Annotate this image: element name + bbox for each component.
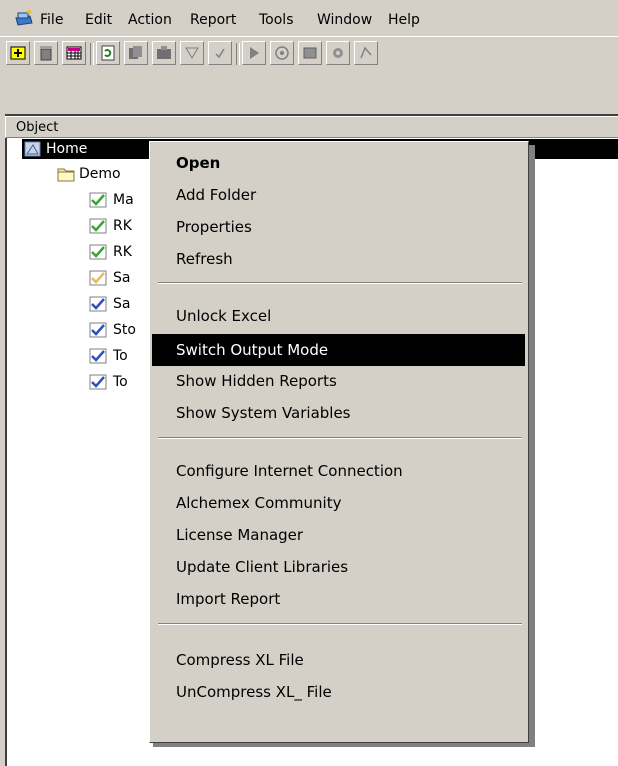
menu-item-switch-output-mode[interactable]: Switch Output Mode bbox=[152, 334, 525, 366]
menu-item-show-hidden-reports[interactable]: Show Hidden Reports bbox=[152, 365, 525, 397]
menu-item-compress-xl-file[interactable]: Compress XL File bbox=[152, 644, 525, 676]
window-icon bbox=[303, 47, 317, 59]
menu-item-refresh[interactable]: Refresh bbox=[152, 243, 525, 275]
menu-item-add-folder[interactable]: Add Folder bbox=[152, 179, 525, 211]
report-check-icon bbox=[89, 348, 107, 364]
refresh-button[interactable] bbox=[96, 41, 120, 65]
delete-button[interactable] bbox=[34, 41, 58, 65]
refresh-icon bbox=[101, 45, 115, 61]
run-button[interactable] bbox=[242, 41, 266, 65]
check-icon bbox=[215, 48, 225, 59]
grid-button[interactable] bbox=[62, 41, 86, 65]
report-check-icon bbox=[89, 296, 107, 312]
menu-tools[interactable]: Tools bbox=[259, 11, 294, 29]
menu-help[interactable]: Help bbox=[388, 11, 420, 29]
menu-edit[interactable]: Edit bbox=[85, 11, 112, 29]
tree-item-label: RK bbox=[113, 218, 132, 234]
add-folder-button[interactable] bbox=[6, 41, 30, 65]
report-check-icon bbox=[89, 192, 107, 208]
app-icon[interactable] bbox=[14, 9, 34, 27]
tree-item-label: To bbox=[113, 374, 128, 390]
paste-icon bbox=[157, 46, 171, 59]
tree-item-label: To bbox=[113, 348, 128, 364]
tree-item-label: RK bbox=[113, 244, 132, 260]
menu-item-alchemex-community[interactable]: Alchemex Community bbox=[152, 487, 525, 519]
menu-separator bbox=[158, 623, 522, 625]
copy-button[interactable] bbox=[124, 41, 148, 65]
filter-button[interactable] bbox=[180, 41, 204, 65]
tree-item-report[interactable]: Ma bbox=[89, 190, 153, 210]
tree-item-report[interactable]: To bbox=[89, 372, 153, 392]
menu-item-configure-internet-connection[interactable]: Configure Internet Connection bbox=[152, 455, 525, 487]
tree-item-label: Demo bbox=[79, 166, 121, 182]
context-menu: Open Add Folder Properties Refresh Unloc… bbox=[149, 141, 529, 743]
check-button[interactable] bbox=[208, 41, 232, 65]
tree-item-label: Sa bbox=[113, 296, 131, 312]
tree-item-report[interactable]: RK bbox=[89, 216, 153, 236]
report-check-icon bbox=[89, 322, 107, 338]
options-icon bbox=[275, 46, 289, 60]
toolbar bbox=[0, 36, 618, 73]
menu-item-uncompress-xl-file[interactable]: UnCompress XL_ File bbox=[152, 676, 525, 708]
folder-icon bbox=[57, 168, 75, 182]
menu-bar: File Edit Action Report Tools Window Hel… bbox=[0, 0, 618, 36]
menu-item-unlock-excel[interactable]: Unlock Excel bbox=[152, 300, 525, 332]
menu-report[interactable]: Report bbox=[190, 11, 236, 29]
options-button[interactable] bbox=[270, 41, 294, 65]
window-button[interactable] bbox=[298, 41, 322, 65]
query-button[interactable] bbox=[354, 41, 378, 65]
menu-action[interactable]: Action bbox=[128, 11, 172, 29]
tree-item-label: Sto bbox=[113, 322, 136, 338]
object-column-header[interactable]: Object bbox=[5, 116, 618, 138]
menu-separator bbox=[158, 437, 522, 439]
settings-button[interactable] bbox=[326, 41, 350, 65]
menu-item-properties[interactable]: Properties bbox=[152, 211, 525, 243]
tree-item-label: Sa bbox=[113, 270, 131, 286]
grid-icon bbox=[66, 46, 82, 60]
report-check-icon bbox=[89, 244, 107, 260]
menu-item-license-manager[interactable]: License Manager bbox=[152, 519, 525, 551]
report-check-icon bbox=[89, 270, 107, 286]
menu-separator bbox=[158, 282, 522, 284]
menu-item-update-client-libraries[interactable]: Update Client Libraries bbox=[152, 551, 525, 583]
report-check-icon bbox=[89, 374, 107, 390]
menu-file[interactable]: File bbox=[40, 11, 63, 29]
tree-item-report[interactable]: Sto bbox=[89, 320, 153, 340]
menu-item-import-report[interactable]: Import Report bbox=[152, 583, 525, 615]
home-report-icon bbox=[24, 141, 41, 157]
tree-item-report[interactable]: RK bbox=[89, 242, 153, 262]
tree-item-label: Home bbox=[46, 141, 88, 157]
object-column-label: Object bbox=[16, 120, 59, 135]
tree-item-report[interactable]: Sa bbox=[89, 268, 153, 288]
settings-icon bbox=[333, 48, 343, 58]
query-icon bbox=[360, 46, 372, 59]
paste-button[interactable] bbox=[152, 41, 176, 65]
add-folder-icon bbox=[10, 46, 26, 60]
filter-icon bbox=[185, 47, 199, 59]
menu-item-show-system-variables[interactable]: Show System Variables bbox=[152, 397, 525, 429]
report-check-icon bbox=[89, 218, 107, 234]
tree-item-label: Ma bbox=[113, 192, 134, 208]
copy-icon bbox=[129, 46, 142, 59]
tree-item-folder[interactable]: Demo bbox=[57, 164, 153, 184]
delete-icon bbox=[40, 46, 52, 61]
run-icon bbox=[250, 47, 259, 59]
tree-item-report[interactable]: Sa bbox=[89, 294, 153, 314]
menu-window[interactable]: Window bbox=[317, 11, 372, 29]
menu-item-open[interactable]: Open bbox=[152, 147, 525, 179]
tree-item-report[interactable]: To bbox=[89, 346, 153, 366]
